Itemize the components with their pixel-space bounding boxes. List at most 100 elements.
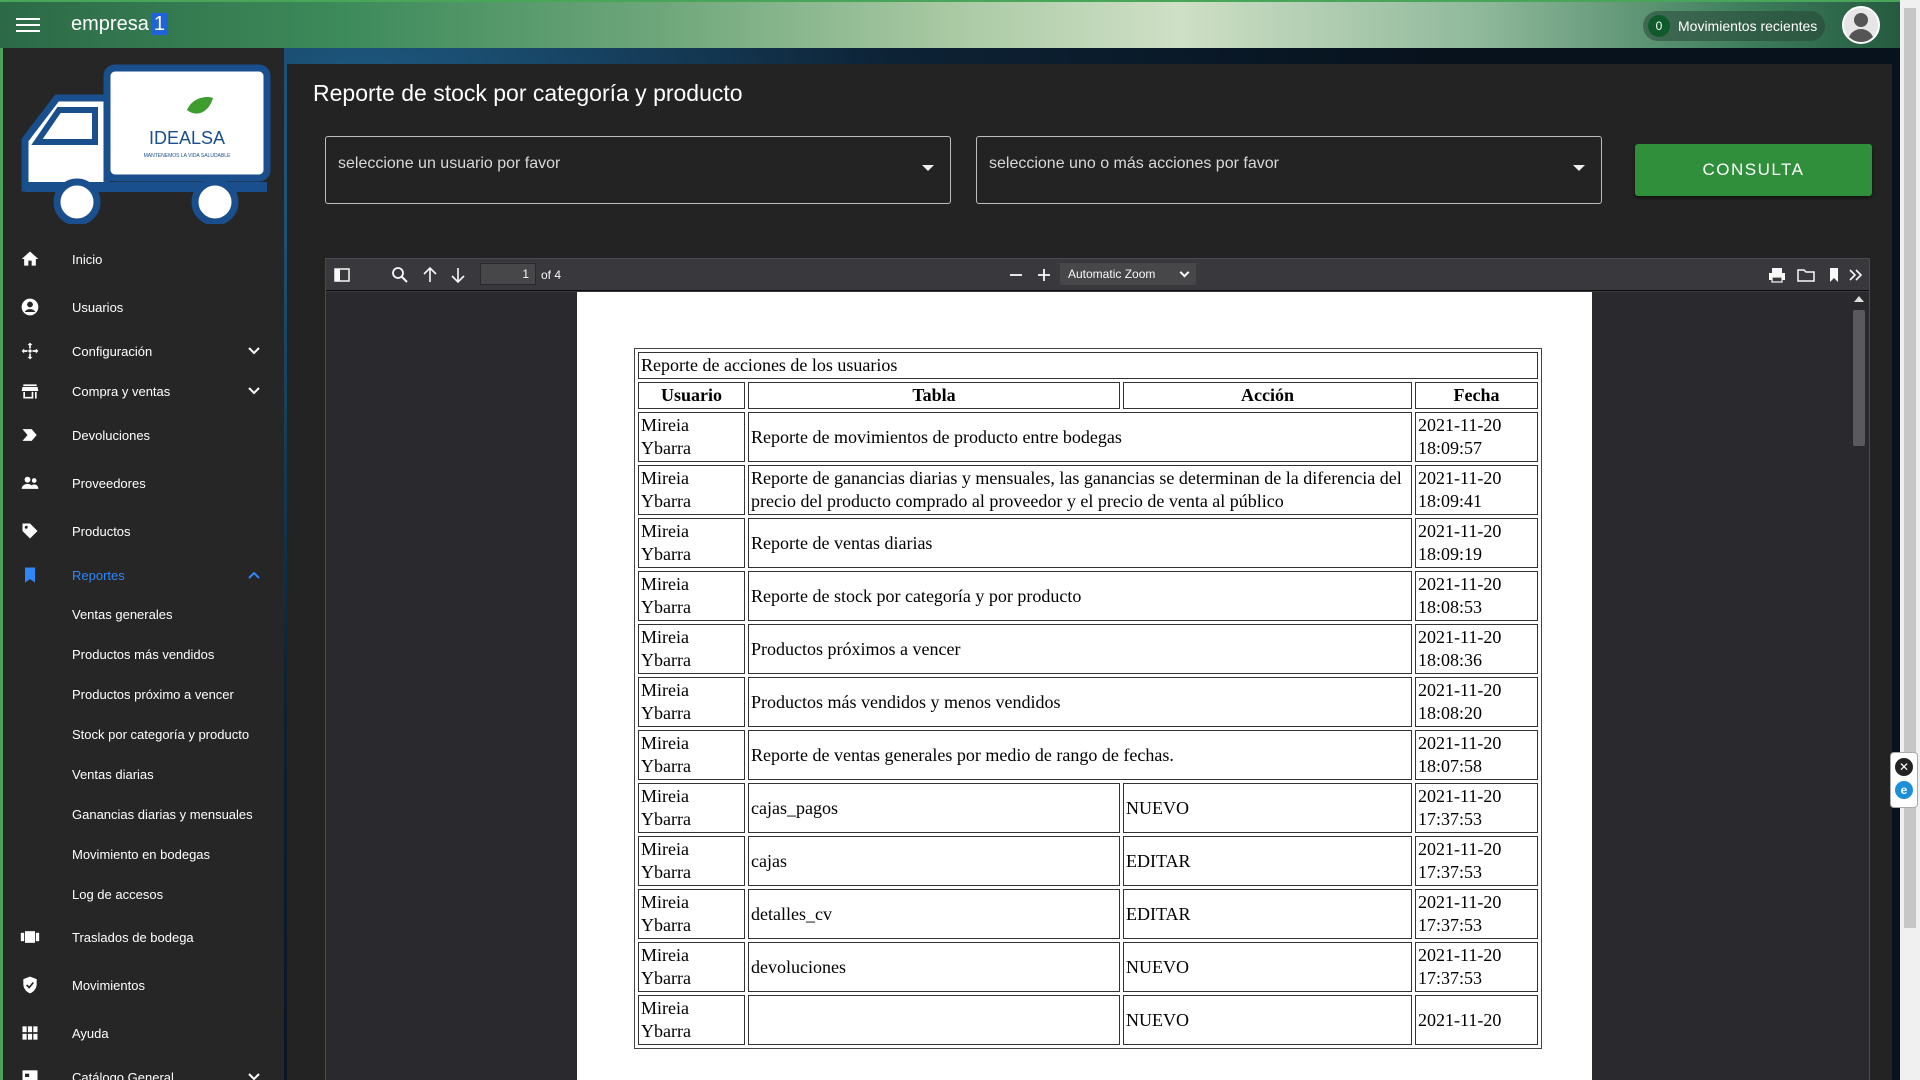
sidebar-item-traslados[interactable]: Traslados de bodega <box>3 920 284 954</box>
table-row: Mireia Ybarra cajas EDITAR 2021-11-20 17… <box>638 836 1538 886</box>
sidebar-subitem-stock-categoria-producto[interactable]: Stock por categoría y producto <box>72 721 249 747</box>
search-icon[interactable] <box>390 265 410 285</box>
sidebar-item-usuarios[interactable]: Usuarios <box>3 290 284 324</box>
consulta-button[interactable]: CONSULTA <box>1635 144 1872 196</box>
floating-side-widget: ✕ e <box>1890 752 1918 808</box>
extension-icon[interactable]: e <box>1895 781 1913 799</box>
sidebar-item-inicio[interactable]: Inicio <box>3 242 284 276</box>
sidebar: IDEALSA MANTENEMOS LA VIDA SALUDABLE Ini… <box>0 48 284 1080</box>
cell-fecha: 2021-11-20 18:09:57 <box>1415 412 1538 462</box>
table-row: Mireia Ybarra Reporte de ganancias diari… <box>638 465 1538 515</box>
tools-chevron-icon[interactable] <box>1846 265 1866 285</box>
sidebar-subitem-ventas-diarias[interactable]: Ventas diarias <box>72 761 154 787</box>
sidebar-item-label: Compra y ventas <box>72 383 171 399</box>
app-brand[interactable]: empresa 1 <box>71 13 168 36</box>
sidebar-item-proveedores[interactable]: Proveedores <box>3 466 284 500</box>
cell-usuario: Mireia Ybarra <box>638 465 745 515</box>
bookmark-icon[interactable] <box>1824 265 1844 285</box>
window-scrollbar[interactable] <box>1900 0 1920 1080</box>
cell-usuario: Mireia Ybarra <box>638 624 745 674</box>
cell-tabla: Reporte de ganancias diarias y mensuales… <box>748 465 1412 515</box>
table-row: Mireia Ybarra Reporte de movimientos de … <box>638 412 1538 462</box>
sidebar-item-reportes[interactable]: Reportes <box>3 558 284 592</box>
cell-accion: NUEVO <box>1123 995 1412 1045</box>
page-number-input[interactable] <box>480 263 536 285</box>
sidebar-item-catalogo[interactable]: Catálogo General <box>3 1060 284 1080</box>
cell-usuario: Mireia Ybarra <box>638 518 745 568</box>
bookmark-icon <box>25 567 35 583</box>
cell-fecha: 2021-11-20 18:07:58 <box>1415 730 1538 780</box>
cell-usuario: Mireia Ybarra <box>638 412 745 462</box>
previous-page-icon[interactable] <box>420 265 440 285</box>
cell-fecha: 2021-11-20 18:09:41 <box>1415 465 1538 515</box>
cell-tabla: Productos próximos a vencer <box>748 624 1412 674</box>
catalog-icon <box>22 1070 38 1080</box>
cell-accion: NUEVO <box>1123 942 1412 992</box>
table-row: Mireia Ybarra NUEVO 2021-11-20 <box>638 995 1538 1045</box>
sidebar-item-movimientos[interactable]: Movimientos <box>3 968 284 1002</box>
next-page-icon[interactable] <box>448 265 468 285</box>
cell-fecha: 2021-11-20 17:37:53 <box>1415 889 1538 939</box>
cell-tabla: cajas <box>748 836 1120 886</box>
dropdown-arrow-icon <box>922 165 934 171</box>
people-icon <box>21 476 39 489</box>
chevron-down-icon <box>248 347 260 355</box>
sidebar-item-label: Reportes <box>72 567 125 583</box>
zoom-select[interactable]: Automatic Zoom <box>1060 263 1196 285</box>
account-circle-icon <box>21 298 39 316</box>
close-icon[interactable]: ✕ <box>1895 758 1913 776</box>
report-title: Reporte de acciones de los usuarios <box>638 352 1538 379</box>
cell-fecha: 2021-11-20 17:37:53 <box>1415 783 1538 833</box>
cell-tabla: devoluciones <box>748 942 1120 992</box>
sidebar-subitem-log-accesos[interactable]: Log de accesos <box>72 881 163 907</box>
sidebar-item-devoluciones[interactable]: Devoluciones <box>3 418 284 452</box>
table-row: Mireia Ybarra devoluciones NUEVO 2021-11… <box>638 942 1538 992</box>
cell-usuario: Mireia Ybarra <box>638 571 745 621</box>
user-select[interactable]: seleccione un usuario por favor <box>325 136 951 204</box>
zoom-out-icon[interactable] <box>1006 265 1026 285</box>
actions-report-table: Reporte de acciones de los usuarios Usua… <box>634 348 1542 1049</box>
cell-fecha: 2021-11-20 18:08:36 <box>1415 624 1538 674</box>
sidebar-item-label: Usuarios <box>72 299 124 315</box>
scroll-up-arrow-icon[interactable] <box>1854 296 1864 302</box>
cell-accion: NUEVO <box>1123 783 1412 833</box>
cell-accion: EDITAR <box>1123 836 1412 886</box>
hamburger-menu-icon[interactable] <box>16 14 40 36</box>
print-icon[interactable] <box>1767 265 1787 285</box>
user-avatar[interactable] <box>1842 6 1880 44</box>
pdf-scroll-thumb[interactable] <box>1853 310 1865 446</box>
zoom-value: Automatic Zoom <box>1068 267 1156 281</box>
move-arrows-icon <box>21 342 39 360</box>
sidebar-item-compra-ventas[interactable]: Compra y ventas <box>3 374 284 408</box>
sidebar-subitem-productos-proximo-vencer[interactable]: Productos próximo a vencer <box>72 681 234 707</box>
idealsa-truck-logo[interactable]: IDEALSA MANTENEMOS LA VIDA SALUDABLE <box>17 64 273 224</box>
sidebar-subitem-ventas-generales[interactable]: Ventas generales <box>72 601 172 627</box>
pdf-scrollbar[interactable] <box>1850 292 1869 1080</box>
sidebar-item-label: Catálogo General <box>72 1069 174 1080</box>
sidebar-subitem-ganancias[interactable]: Ganancias diarias y mensuales <box>72 801 253 827</box>
pdf-document-area[interactable]: Reporte de acciones de los usuarios Usua… <box>326 292 1869 1080</box>
zoom-in-icon[interactable] <box>1034 265 1054 285</box>
cell-tabla: detalles_cv <box>748 889 1120 939</box>
action-select[interactable]: seleccione uno o más acciones por favor <box>976 136 1602 204</box>
sidebar-toggle-icon[interactable] <box>332 265 352 285</box>
sidebar-item-configuracion[interactable]: Configuración <box>3 334 284 368</box>
sidebar-item-productos[interactable]: Productos <box>3 514 284 548</box>
header-tabla: Tabla <box>748 382 1120 409</box>
cell-fecha: 2021-11-20 18:09:19 <box>1415 518 1538 568</box>
sidebar-item-label: Traslados de bodega <box>72 929 194 945</box>
sidebar-subitem-movimiento-bodegas[interactable]: Movimiento en bodegas <box>72 841 210 867</box>
table-row: Mireia Ybarra Reporte de stock por categ… <box>638 571 1538 621</box>
recent-movements-button[interactable]: 0 Movimientos recientes <box>1643 11 1825 41</box>
cell-usuario: Mireia Ybarra <box>638 995 745 1045</box>
cell-tabla: Reporte de ventas diarias <box>748 518 1412 568</box>
cell-usuario: Mireia Ybarra <box>638 783 745 833</box>
sidebar-item-label: Movimientos <box>72 977 145 993</box>
page-title: Reporte de stock por categoría y product… <box>313 80 743 106</box>
sidebar-item-ayuda[interactable]: Ayuda <box>3 1016 284 1050</box>
recent-count-badge: 0 <box>1648 15 1670 37</box>
open-file-icon[interactable] <box>1796 265 1816 285</box>
sidebar-subitem-productos-mas-vendidos[interactable]: Productos más vendidos <box>72 641 214 667</box>
top-app-bar: empresa 1 0 Movimientos recientes <box>0 0 1900 48</box>
cell-tabla: Reporte de movimientos de producto entre… <box>748 412 1412 462</box>
